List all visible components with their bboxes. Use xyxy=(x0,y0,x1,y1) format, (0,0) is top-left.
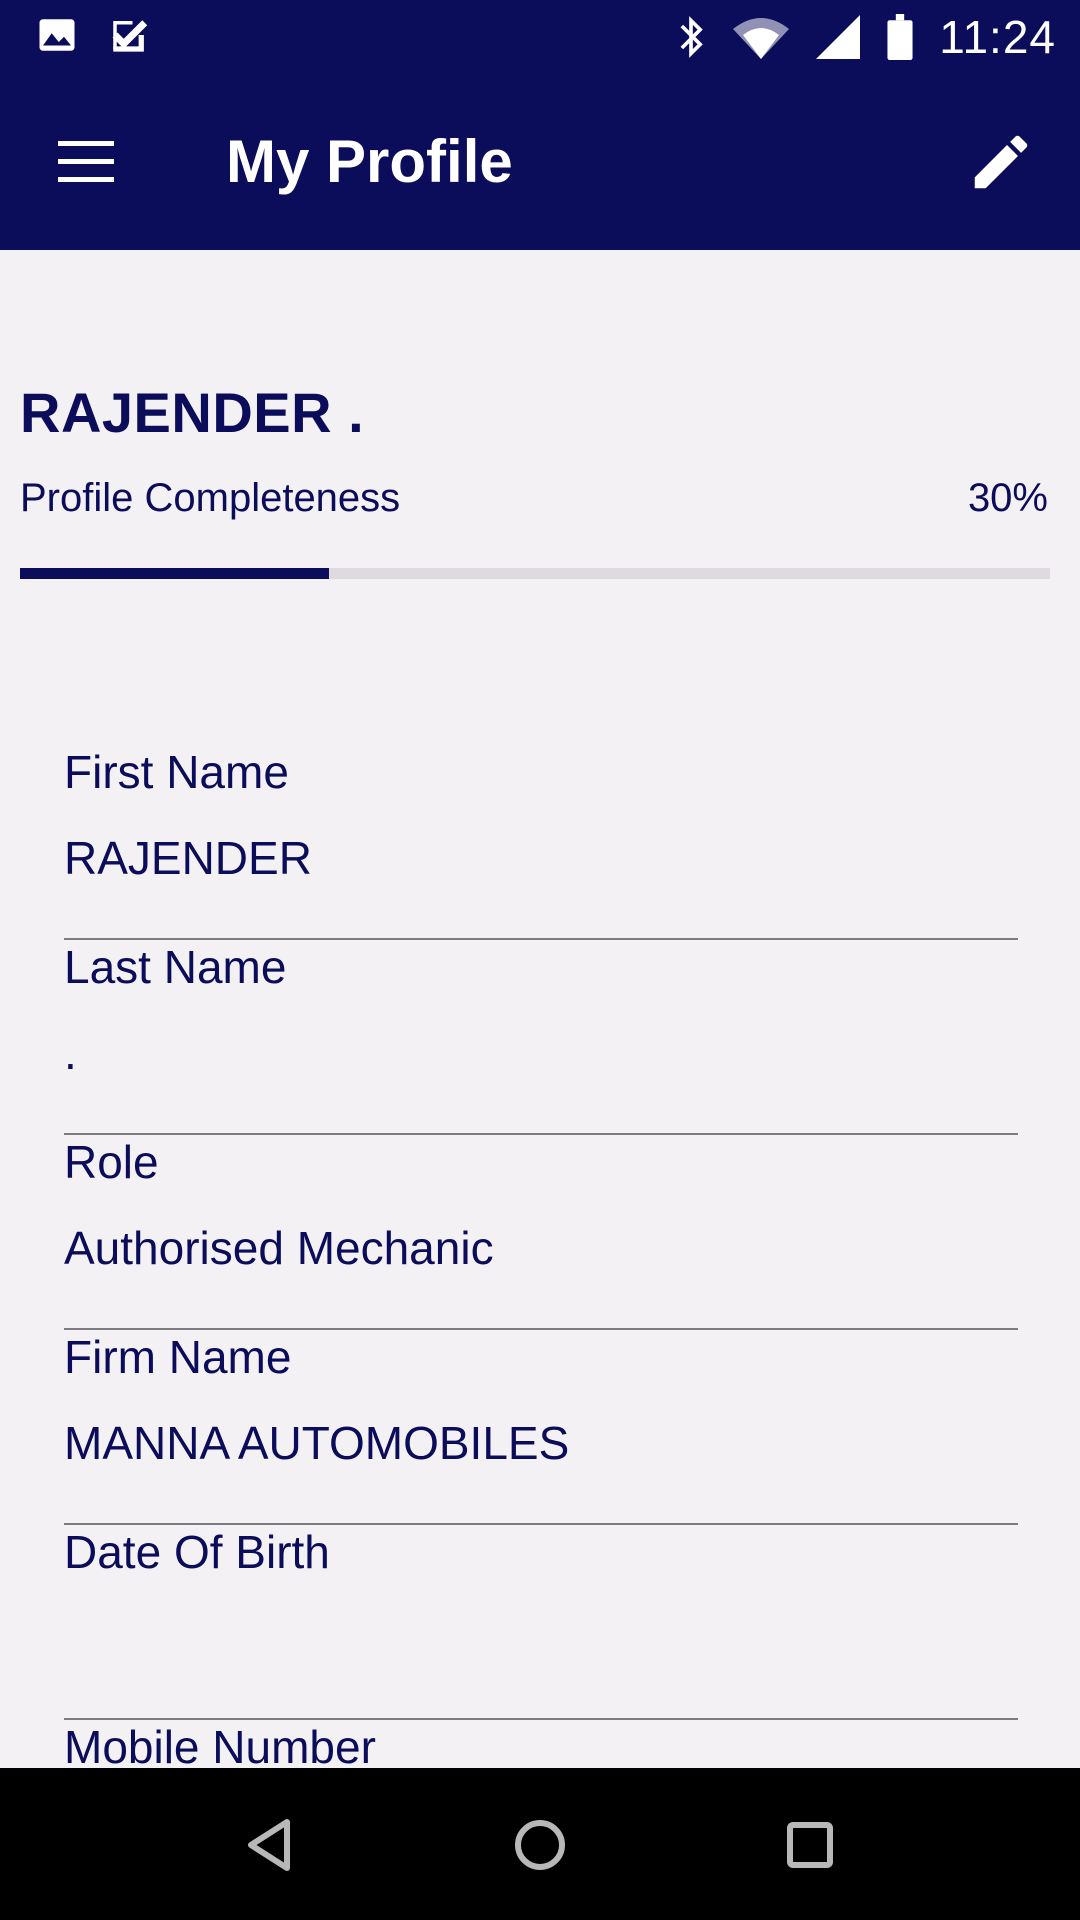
first-name-label: First Name xyxy=(64,746,289,798)
profile-fields: First Name RAJENDER Last Name . Role Aut… xyxy=(64,745,1018,1768)
role-field[interactable]: Role Authorised Mechanic xyxy=(64,1135,1018,1330)
menu-icon xyxy=(58,141,114,182)
profile-name: RAJENDER . xyxy=(20,381,365,444)
profile-completeness-percent: 30% xyxy=(967,476,1048,520)
date-of-birth-label: Date Of Birth xyxy=(64,1526,330,1578)
signal-icon xyxy=(816,15,861,59)
firm-name-field[interactable]: Firm Name MANNA AUTOMOBILES xyxy=(64,1330,1018,1525)
app-bar: My Profile xyxy=(0,75,1080,250)
task-check-icon xyxy=(112,20,148,52)
firm-name-value[interactable]: MANNA AUTOMOBILES xyxy=(64,1416,1018,1470)
profile-completeness-bar xyxy=(20,568,1050,579)
date-of-birth-field[interactable]: Date Of Birth xyxy=(64,1525,1018,1720)
mobile-number-label: Mobile Number xyxy=(64,1721,376,1768)
profile-completeness-label: Profile Completeness xyxy=(20,476,401,520)
home-icon xyxy=(515,1820,565,1870)
bluetooth-icon xyxy=(680,16,704,58)
last-name-value[interactable]: . xyxy=(64,1026,1018,1080)
back-button[interactable] xyxy=(235,1810,305,1880)
mobile-number-field[interactable]: Mobile Number xyxy=(64,1720,1018,1768)
page-title: My Profile xyxy=(226,128,513,195)
status-left-icons xyxy=(36,14,150,56)
role-value[interactable]: Authorised Mechanic xyxy=(64,1221,1018,1275)
profile-content[interactable]: RAJENDER . Profile Completeness 30% Firs… xyxy=(0,250,1080,1768)
menu-button[interactable] xyxy=(56,137,116,187)
recents-icon xyxy=(787,1822,833,1868)
edit-profile-button[interactable] xyxy=(966,127,1036,197)
last-name-field[interactable]: Last Name . xyxy=(64,940,1018,1135)
system-nav-bar xyxy=(0,1768,1080,1920)
status-time: 11:24 xyxy=(939,11,1056,63)
recents-button[interactable] xyxy=(775,1810,845,1880)
battery-icon xyxy=(887,14,913,60)
wifi-icon xyxy=(733,18,790,59)
first-name-field[interactable]: First Name RAJENDER xyxy=(64,745,1018,940)
image-icon xyxy=(39,19,75,51)
back-icon xyxy=(248,1819,290,1871)
first-name-value[interactable]: RAJENDER xyxy=(64,831,1018,885)
home-button[interactable] xyxy=(505,1810,575,1880)
edit-pencil-icon xyxy=(974,135,1028,189)
status-bar: 11:24 xyxy=(0,0,1080,75)
firm-name-label: Firm Name xyxy=(64,1331,292,1383)
last-name-label: Last Name xyxy=(64,941,287,993)
profile-completeness-fill xyxy=(20,568,329,579)
role-label: Role xyxy=(64,1136,159,1188)
status-right-icons: 11:24 xyxy=(675,10,1056,64)
